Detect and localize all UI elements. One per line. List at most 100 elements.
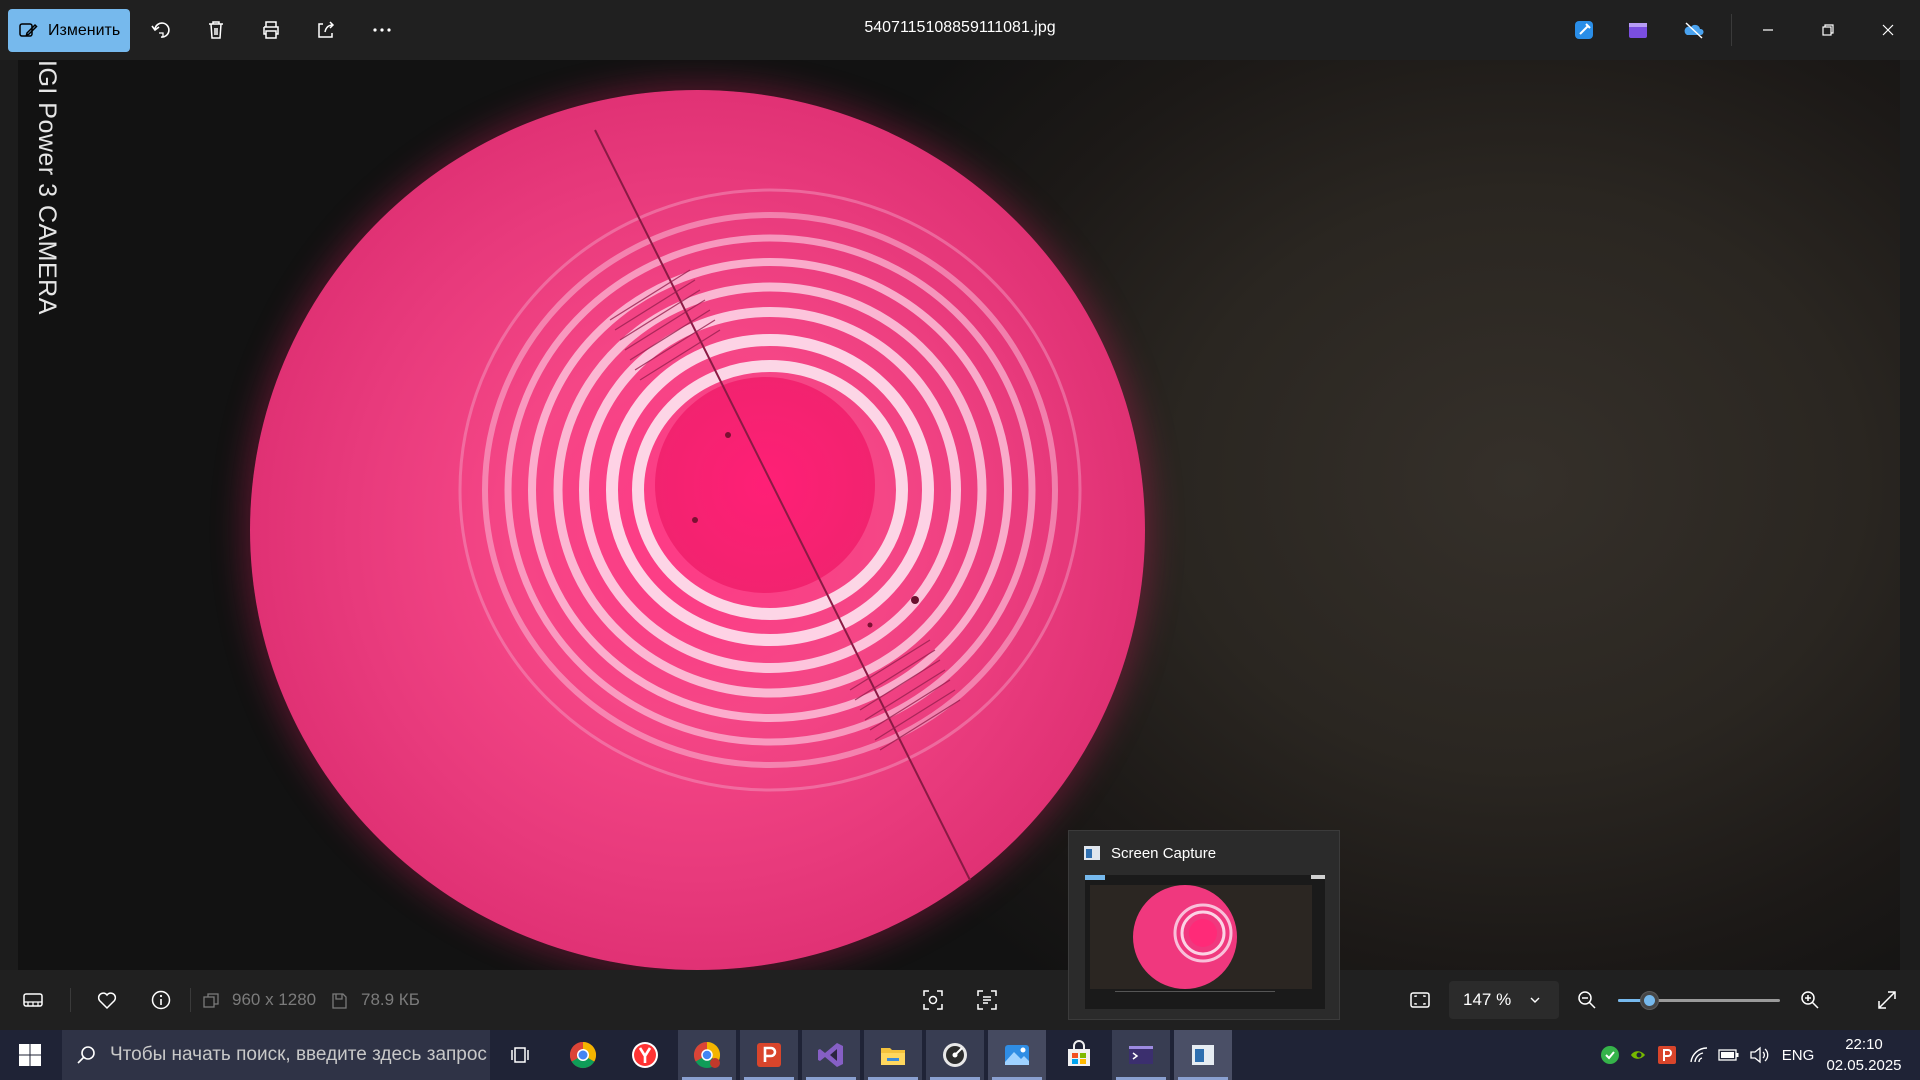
windows-taskbar: Чтобы начать поиск, введите здесь запрос <box>0 1030 1920 1080</box>
disc-app-icon <box>943 1043 967 1067</box>
designer-icon <box>1575 21 1593 39</box>
wifi-icon <box>1690 1047 1708 1063</box>
filmstrip-button[interactable] <box>18 985 48 1015</box>
microscope-photo <box>250 90 1145 970</box>
status-bar: 960 x 1280 78.9 КБ 147 % <box>0 970 1920 1030</box>
volume-tray-icon[interactable] <box>1746 1030 1772 1080</box>
file-size-icon <box>332 993 347 1009</box>
close-icon <box>1882 24 1894 36</box>
rotate-icon <box>151 22 170 38</box>
screen-capture-task-icon <box>1192 1045 1214 1065</box>
camera-watermark: IGI Power 3 CAMERA <box>32 60 62 315</box>
popup-title: Screen Capture <box>1111 845 1217 862</box>
visual-studio-icon <box>818 1043 843 1067</box>
input-language[interactable]: ENG <box>1778 1030 1818 1080</box>
windows-logo-icon <box>19 1044 41 1066</box>
nvidia-tray-icon[interactable] <box>1626 1030 1650 1080</box>
zoom-out-icon <box>1578 991 1596 1009</box>
dimensions-icon <box>203 993 219 1008</box>
battery-tray-icon[interactable] <box>1716 1030 1742 1080</box>
clock-time: 22:10 <box>1845 1036 1883 1053</box>
expand-icon <box>1878 991 1896 1009</box>
minimize-button[interactable] <box>1745 14 1791 46</box>
taskbar-yandex-browser[interactable] <box>616 1030 674 1080</box>
security-tray-icon[interactable] <box>1598 1030 1622 1080</box>
search-placeholder: Чтобы начать поиск, введите здесь запрос <box>110 1044 487 1065</box>
presentation-tray-icon[interactable] <box>1655 1030 1679 1080</box>
app-toolbar: Изменить 5407115108859111081.jpg <box>0 0 1920 60</box>
screen-capture-icon <box>1084 846 1100 860</box>
network-tray-icon[interactable] <box>1686 1030 1712 1080</box>
start-button[interactable] <box>0 1030 60 1080</box>
clipchamp-icon <box>1629 23 1647 38</box>
visual-search-button[interactable] <box>918 985 948 1015</box>
visual-search-icon <box>923 990 943 1010</box>
zoom-slider-thumb[interactable] <box>1640 991 1660 1010</box>
chevron-down-icon <box>1530 997 1540 1003</box>
taskbar-search-box[interactable]: Чтобы начать поиск, введите здесь запрос <box>62 1030 490 1080</box>
onedrive-icon <box>1684 22 1704 39</box>
onedrive-button[interactable] <box>1678 14 1710 46</box>
task-view-icon <box>511 1047 529 1063</box>
clock-date: 02.05.2025 <box>1826 1057 1902 1074</box>
thumbnail-preview <box>1085 875 1325 1009</box>
restore-icon <box>1822 24 1834 36</box>
image-canvas[interactable]: IGI Power 3 CAMERA <box>18 60 1900 970</box>
taskbar-clock[interactable]: 22:10 02.05.2025 <box>1824 1034 1904 1076</box>
text-scan-icon <box>977 990 997 1010</box>
taskbar-preview-popup[interactable]: Screen Capture <box>1068 830 1340 1020</box>
edit-button[interactable]: Изменить <box>8 9 130 52</box>
popup-thumbnail[interactable] <box>1085 875 1325 1009</box>
photos-icon <box>1005 1045 1029 1065</box>
watermark-line-2: CAMERA <box>33 204 61 315</box>
designer-button[interactable] <box>1568 14 1600 46</box>
share-icon <box>318 21 335 38</box>
filmstrip-icon <box>23 993 43 1007</box>
fit-to-window-button[interactable] <box>1405 985 1435 1015</box>
taskbar-screen-capture[interactable] <box>1174 1030 1232 1080</box>
info-button[interactable] <box>146 985 176 1015</box>
speaker-icon <box>1750 1046 1769 1064</box>
heart-icon <box>97 992 117 1010</box>
close-button[interactable] <box>1865 14 1911 46</box>
battery-icon <box>1718 1049 1739 1061</box>
zoom-out-button[interactable] <box>1572 985 1602 1015</box>
clipchamp-button[interactable] <box>1622 14 1654 46</box>
taskbar-presentation-app[interactable] <box>740 1030 798 1080</box>
text-scan-button[interactable] <box>972 985 1002 1015</box>
share-button[interactable] <box>310 14 342 46</box>
restore-button[interactable] <box>1805 14 1851 46</box>
taskbar-visual-studio[interactable] <box>802 1030 860 1080</box>
fullscreen-button[interactable] <box>1872 985 1902 1015</box>
file-explorer-icon <box>881 1048 905 1065</box>
search-icon <box>77 1046 95 1064</box>
favorite-button[interactable] <box>92 985 122 1015</box>
taskbar-chrome-profile[interactable] <box>678 1030 736 1080</box>
more-icon <box>373 28 391 32</box>
taskbar-chrome[interactable] <box>554 1030 612 1080</box>
taskbar-file-explorer[interactable] <box>864 1030 922 1080</box>
chrome-profile-icon <box>693 1041 721 1068</box>
terminal-icon <box>1129 1046 1153 1064</box>
taskbar-photos[interactable] <box>988 1030 1046 1080</box>
taskbar-microsoft-store[interactable] <box>1050 1030 1108 1080</box>
more-button[interactable] <box>366 14 398 46</box>
zoom-dropdown[interactable]: 147 % <box>1449 981 1559 1019</box>
delete-button[interactable] <box>200 14 232 46</box>
minimize-icon <box>1763 29 1773 31</box>
info-icon <box>151 990 171 1010</box>
nvidia-icon <box>1631 1051 1645 1059</box>
zoom-in-button[interactable] <box>1795 985 1825 1015</box>
reticle-scale <box>594 129 971 881</box>
zoom-slider[interactable] <box>1618 991 1780 1010</box>
rotate-button[interactable] <box>145 14 177 46</box>
status-separator <box>70 988 71 1012</box>
fit-window-icon <box>1410 992 1430 1008</box>
taskbar-app-circle[interactable] <box>926 1030 984 1080</box>
edit-button-label: Изменить <box>48 21 121 39</box>
print-button[interactable] <box>255 14 287 46</box>
taskbar-terminal[interactable] <box>1112 1030 1170 1080</box>
shield-check-icon <box>1601 1046 1619 1064</box>
delete-icon <box>209 21 223 39</box>
task-view-button[interactable] <box>492 1030 550 1080</box>
